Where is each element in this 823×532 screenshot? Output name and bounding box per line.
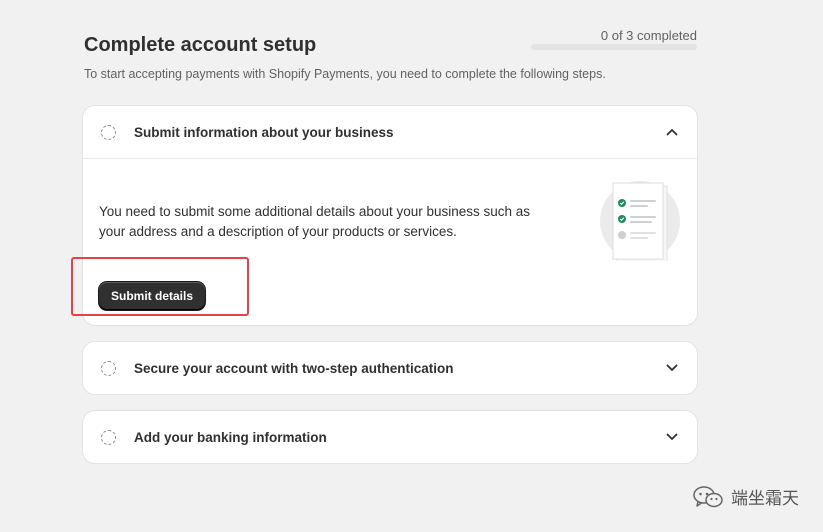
chevron-down-icon[interactable] (665, 430, 679, 444)
step-header-banking-info[interactable]: Add your banking information (83, 411, 697, 463)
step-header-two-step-auth[interactable]: Secure your account with two-step authen… (83, 342, 697, 394)
step-title: Secure your account with two-step authen… (134, 360, 454, 376)
progress-text: 0 of 3 completed (600, 28, 697, 43)
step-description: You need to submit some additional detai… (99, 204, 531, 239)
annotation-highlight-box (71, 257, 249, 316)
step-title: Submit information about your business (134, 124, 394, 140)
incomplete-step-icon (101, 124, 116, 140)
setup-step-banking-info: Add your banking information (83, 411, 697, 463)
watermark-text: 端坐霜天 (731, 489, 799, 508)
wechat-icon (693, 485, 723, 507)
account-setup-page: Complete account setup To start acceptin… (0, 0, 823, 532)
incomplete-step-icon (101, 360, 116, 376)
step-title: Add your banking information (134, 429, 327, 445)
page-title: Complete account setup (84, 34, 317, 56)
incomplete-step-icon (101, 429, 116, 445)
chevron-up-icon[interactable] (665, 125, 679, 139)
watermark: 端坐霜天 (693, 484, 799, 509)
setup-step-two-step-auth: Secure your account with two-step authen… (83, 342, 697, 394)
step-header-business-info[interactable]: Submit information about your business (83, 106, 697, 158)
progress-bar (531, 44, 697, 50)
chevron-down-icon[interactable] (665, 361, 679, 375)
checklist-document-icon (600, 181, 680, 261)
page-subtitle: To start accepting payments with Shopify… (84, 67, 606, 81)
